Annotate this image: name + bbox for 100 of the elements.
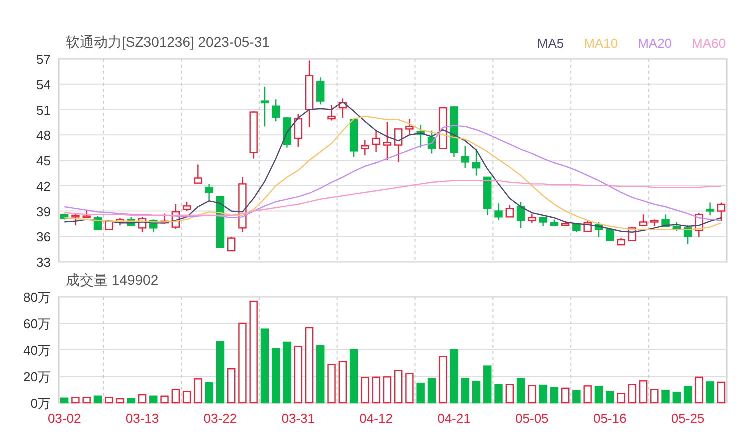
axis-label: 03-02 — [48, 411, 82, 426]
candlestick — [506, 205, 514, 218]
volume-bar — [394, 370, 403, 404]
candlestick — [494, 204, 503, 221]
volume-bar — [172, 389, 180, 404]
candlestick — [305, 60, 314, 128]
axis-label: 04-21 — [438, 411, 471, 426]
volume-bar — [105, 397, 114, 404]
candlestick — [150, 220, 158, 232]
volume-bar — [372, 376, 380, 404]
candlestick — [182, 202, 192, 212]
volume-bar — [361, 377, 370, 404]
axis-label: 20万 — [24, 370, 51, 384]
candlestick — [250, 111, 258, 159]
candlestick — [160, 214, 169, 224]
candlestick — [82, 210, 91, 218]
volume-bar — [672, 392, 681, 404]
candlestick — [127, 217, 136, 226]
candlestick — [561, 221, 570, 226]
axis-label: 36 — [36, 230, 51, 245]
candlestick — [662, 214, 670, 228]
candlestick — [695, 212, 704, 238]
volume-bar — [138, 394, 147, 404]
candlestick — [439, 107, 448, 150]
axis-label: 0万 — [30, 396, 51, 411]
volume-bar — [717, 382, 726, 404]
volume-bar — [227, 368, 236, 404]
axis-label: 54 — [36, 77, 51, 92]
volume-bar — [316, 345, 325, 404]
candlestick — [194, 164, 202, 184]
axis-label: 80万 — [24, 292, 51, 305]
volume-bar — [539, 384, 548, 404]
volume-bar — [650, 389, 659, 404]
axis-label: 03-13 — [126, 411, 160, 426]
volume-bar — [127, 398, 136, 404]
volume-bar — [350, 349, 358, 404]
candlestick — [260, 86, 270, 127]
volume-bar — [94, 396, 102, 404]
candlestick — [617, 238, 626, 246]
legend-label: MA10 — [584, 34, 618, 52]
volume-bar — [150, 396, 158, 404]
volume-bar — [338, 361, 347, 404]
candlestick — [361, 140, 370, 156]
volume-bar — [194, 378, 202, 404]
candlestick — [227, 237, 236, 252]
volume-bar — [606, 391, 614, 404]
volume-bar — [506, 384, 514, 404]
axis-label: 57 — [36, 54, 51, 67]
volume-bar — [294, 346, 302, 404]
candlestick — [394, 128, 403, 162]
candlestick — [639, 214, 648, 226]
volume-bar — [439, 356, 448, 404]
chart-title: 成交量 149902 — [66, 270, 159, 290]
volume-bar — [561, 388, 570, 404]
volume-bar — [572, 390, 581, 404]
candlestick — [372, 130, 380, 152]
volume-bar — [484, 366, 492, 404]
volume-bar — [628, 384, 636, 404]
axis-label: 48 — [36, 128, 51, 144]
volume-bar — [406, 373, 414, 404]
volume-bar — [272, 348, 280, 404]
axis-label: 40万 — [24, 343, 51, 358]
candlestick — [172, 204, 180, 229]
volume-bar — [160, 396, 169, 404]
candlestick — [416, 124, 425, 148]
volume-bar — [216, 341, 225, 404]
axis-label: 33 — [36, 255, 51, 268]
axis-label: 51 — [36, 102, 51, 118]
volume-bar — [205, 382, 214, 404]
candlestick — [216, 196, 225, 248]
candlestick — [383, 122, 392, 160]
volume-bar — [428, 378, 436, 404]
volume-bar — [472, 380, 481, 404]
axis-label: 05-16 — [593, 411, 627, 426]
candlestick — [350, 119, 358, 158]
legend-label: MA20 — [638, 34, 672, 52]
axis-label: 39 — [36, 204, 51, 220]
axis-label: 05-25 — [671, 411, 705, 426]
volume-bar — [383, 376, 392, 404]
axis-label: 05-05 — [516, 411, 549, 426]
volume-bar — [60, 398, 69, 404]
volume-bar — [584, 386, 592, 404]
volume-bar — [494, 384, 503, 404]
candlestick — [406, 119, 414, 136]
axis-label: 03-22 — [204, 411, 238, 426]
candlestick — [428, 130, 436, 154]
candlestick — [60, 214, 69, 220]
axis-label: 60万 — [24, 316, 51, 332]
candlestick — [138, 217, 147, 232]
candlestick — [316, 78, 325, 105]
volume-bar — [416, 382, 425, 404]
volume-bar — [82, 397, 91, 404]
candlestick — [606, 229, 614, 242]
candlestick — [539, 217, 548, 226]
candlestick — [461, 146, 470, 168]
volume-bar — [450, 349, 458, 404]
candlestick — [550, 220, 559, 226]
volume-bar — [528, 385, 536, 404]
candlestick — [283, 117, 292, 148]
volume-bar — [617, 393, 626, 404]
